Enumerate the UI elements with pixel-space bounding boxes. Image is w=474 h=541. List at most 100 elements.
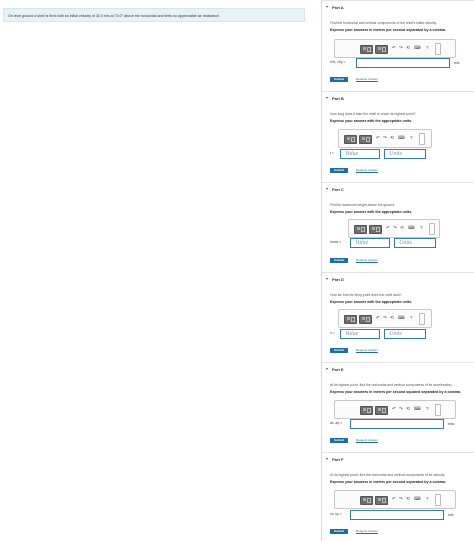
help-icon[interactable]: ? — [420, 225, 423, 230]
part-a-header[interactable]: Part A — [326, 4, 344, 10]
value-input[interactable]: Value — [350, 238, 390, 248]
part-a: Part A Find the horizontal and vertical … — [322, 0, 474, 90]
answer-input[interactable] — [350, 419, 444, 429]
template-button[interactable] — [360, 406, 373, 415]
reset-icon[interactable]: ⟲ — [400, 225, 404, 231]
help-icon[interactable]: ? — [410, 315, 413, 320]
request-answer-link[interactable]: Request Answer — [356, 168, 378, 173]
undo-icon[interactable]: ↶ — [392, 45, 396, 51]
template-button[interactable] — [344, 315, 357, 324]
submit-button[interactable]: Submit — [330, 77, 348, 82]
request-answer-link[interactable]: Request Answer — [356, 258, 378, 263]
reset-icon[interactable]: ⟲ — [406, 406, 410, 412]
math-toolbar: ↶ ↷ ⟲ ⌨ ? — [334, 490, 456, 509]
symbols-button[interactable] — [375, 406, 388, 415]
reset-icon[interactable]: ⟲ — [406, 496, 410, 502]
caret-down-icon — [326, 278, 328, 280]
keyboard-icon[interactable]: ⌨ — [414, 45, 421, 51]
toolbar-scroll[interactable] — [429, 223, 435, 235]
keyboard-icon[interactable]: ⌨ — [398, 315, 405, 321]
help-icon[interactable]: ? — [426, 496, 429, 501]
undo-icon[interactable]: ↶ — [376, 135, 380, 141]
answer-unit: m/s — [454, 61, 460, 65]
value-input[interactable]: Value — [340, 329, 380, 339]
toolbar-scroll[interactable] — [435, 404, 441, 416]
part-instruction: Express your answer with the appropriate… — [330, 119, 413, 123]
units-input[interactable]: Units — [384, 149, 426, 159]
keyboard-icon[interactable]: ⌨ — [408, 225, 415, 231]
caret-down-icon — [326, 6, 328, 8]
redo-icon[interactable]: ↷ — [399, 406, 403, 412]
undo-icon[interactable]: ↶ — [386, 225, 390, 231]
submit-button[interactable]: Submit — [330, 529, 348, 534]
part-question: At its highest point, find the horizonta… — [330, 473, 446, 477]
help-icon[interactable]: ? — [426, 45, 429, 50]
reset-icon[interactable]: ⟲ — [390, 135, 394, 141]
part-e-header[interactable]: Part E — [326, 366, 344, 372]
symbols-button[interactable] — [359, 315, 372, 324]
caret-down-icon — [326, 188, 328, 190]
answer-row: ax, ay = m/s² — [330, 419, 470, 429]
answer-input[interactable] — [356, 58, 450, 68]
part-f: Part F At its highest point, find the ho… — [322, 452, 474, 541]
math-toolbar: ↶ ↷ ⟲ ⌨ ? — [334, 400, 456, 419]
symbols-button[interactable] — [375, 496, 388, 505]
symbols-button[interactable] — [369, 225, 382, 234]
toolbar-scroll[interactable] — [419, 313, 425, 325]
answer-row: v0x, v0y = m/s — [330, 58, 470, 68]
part-c-header[interactable]: Part C — [326, 186, 344, 192]
math-toolbar: ↶ ↷ ⟲ ⌨ ? — [338, 309, 432, 328]
part-c: Part C Find its maximum height above the… — [322, 182, 474, 272]
help-icon[interactable]: ? — [410, 135, 413, 140]
undo-icon[interactable]: ↶ — [392, 406, 396, 412]
part-instruction: Express your answers in meters per secon… — [330, 390, 462, 394]
part-question: Find its maximum height above the ground… — [330, 203, 396, 207]
symbols-button[interactable] — [375, 45, 388, 54]
toolbar-scroll[interactable] — [419, 133, 425, 145]
keyboard-icon[interactable]: ⌨ — [398, 135, 405, 141]
submit-button[interactable]: Submit — [330, 168, 348, 173]
submit-button[interactable]: Submit — [330, 438, 348, 443]
units-input[interactable]: Units — [394, 238, 436, 248]
request-answer-link[interactable]: Request Answer — [356, 348, 378, 353]
part-d-header[interactable]: Part D — [326, 276, 344, 282]
toolbar-scroll[interactable] — [435, 43, 441, 55]
answer-label: ax, ay = — [330, 421, 342, 425]
keyboard-icon[interactable]: ⌨ — [414, 406, 421, 412]
request-answer-link[interactable]: Request Answer — [356, 77, 378, 82]
answer-unit: m/s² — [448, 422, 455, 426]
toolbar-scroll[interactable] — [435, 494, 441, 506]
submit-button[interactable]: Submit — [330, 348, 348, 353]
request-answer-link[interactable]: Request Answer — [356, 438, 378, 443]
redo-icon[interactable]: ↷ — [393, 225, 397, 231]
submit-button[interactable]: Submit — [330, 258, 348, 263]
template-button[interactable] — [360, 45, 373, 54]
part-instruction: Express your answer with the appropriate… — [330, 210, 413, 214]
template-button[interactable] — [354, 225, 367, 234]
value-input[interactable]: Value — [340, 149, 380, 159]
units-input[interactable]: Units — [384, 329, 426, 339]
template-button[interactable] — [360, 496, 373, 505]
part-b-header[interactable]: Part B — [326, 95, 344, 101]
answer-label: vx, vy = — [330, 512, 342, 516]
undo-icon[interactable]: ↶ — [376, 315, 380, 321]
part-instruction: Express your answers in meters per secon… — [330, 28, 447, 32]
undo-icon[interactable]: ↶ — [392, 496, 396, 502]
part-title: Part D — [332, 276, 344, 282]
answer-row: t = Value Units — [330, 149, 470, 159]
symbols-button[interactable] — [359, 135, 372, 144]
redo-icon[interactable]: ↷ — [399, 45, 403, 51]
request-answer-link[interactable]: Request Answer — [356, 529, 378, 534]
keyboard-icon[interactable]: ⌨ — [414, 496, 421, 502]
reset-icon[interactable]: ⟲ — [390, 315, 394, 321]
answer-input[interactable] — [350, 510, 444, 520]
part-f-header[interactable]: Part F — [326, 456, 343, 462]
part-instruction: Express your answers in meters per secon… — [330, 480, 447, 484]
answer-label: v0x, v0y = — [330, 60, 346, 64]
reset-icon[interactable]: ⟲ — [406, 45, 410, 51]
redo-icon[interactable]: ↷ — [383, 135, 387, 141]
help-icon[interactable]: ? — [426, 406, 429, 411]
template-button[interactable] — [344, 135, 357, 144]
redo-icon[interactable]: ↷ — [383, 315, 387, 321]
redo-icon[interactable]: ↷ — [399, 496, 403, 502]
